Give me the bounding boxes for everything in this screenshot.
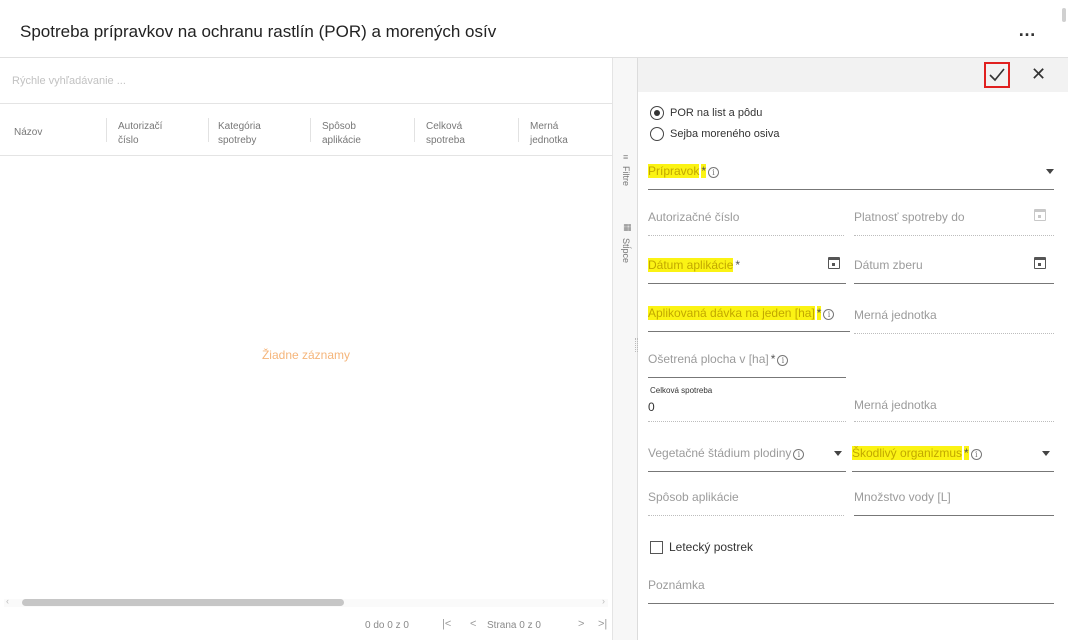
field-label: Škodlivý organizmus — [852, 446, 963, 460]
next-page-icon[interactable]: > — [578, 618, 584, 630]
field-label: Ošetrená plocha v [ha] — [648, 352, 769, 366]
pager-page-text: Strana 0 z 0 — [487, 620, 541, 631]
autorizacne-cislo-field[interactable]: Autorizačné číslo — [648, 206, 844, 236]
field-label: Dátum aplikácie — [648, 258, 734, 272]
field-label: Merná jednotka — [854, 398, 937, 412]
data-grid: Názov Autorizačíčíslo Kategóriaspotreby … — [0, 58, 612, 640]
column-separator[interactable] — [518, 118, 519, 142]
pripravok-select[interactable]: Prípravok * i — [648, 160, 1054, 190]
field-label: Merná jednotka — [854, 308, 937, 322]
skodlivy-organizmus-select[interactable]: Škodlivý organizmus * i — [852, 442, 1054, 472]
column-header-nazov[interactable]: Názov — [14, 126, 94, 140]
letecky-postrek-checkbox[interactable]: Letecký postrek — [650, 540, 753, 554]
field-label: Množstvo vody [L] — [854, 490, 951, 504]
celkova-spotreba-field[interactable]: 0 — [648, 392, 846, 422]
pager-range: 0 do 0 z 0 — [365, 620, 409, 631]
info-icon[interactable]: i — [708, 167, 720, 178]
first-page-icon[interactable]: |< — [442, 618, 451, 630]
column-header-sposob-aplikacie[interactable]: Spôsob aplikácie — [322, 120, 402, 148]
quick-search-input[interactable] — [0, 58, 612, 104]
chevron-down-icon[interactable] — [1046, 169, 1054, 174]
confirm-button[interactable] — [984, 62, 1010, 88]
chevron-down-icon[interactable] — [834, 451, 842, 456]
info-icon[interactable]: i — [793, 449, 805, 460]
field-label: Prípravok — [648, 164, 700, 178]
previous-page-icon[interactable]: < — [470, 618, 476, 630]
field-label: Poznámka — [648, 578, 705, 592]
column-header-celkova-spotreba[interactable]: Celková spotreba — [426, 120, 506, 148]
radio-sejba-osiva[interactable]: Sejba moreného osiva — [650, 127, 779, 141]
column-header-autorizacne-cislo[interactable]: Autorizačí číslo — [118, 120, 198, 148]
scroll-left-arrow[interactable]: ‹ — [6, 596, 9, 606]
column-separator[interactable] — [414, 118, 415, 142]
field-label: Spôsob aplikácie — [648, 490, 739, 504]
filter-icon: ≡ — [623, 152, 629, 162]
column-separator[interactable] — [310, 118, 311, 142]
field-label: Aplikovaná dávka na jeden [ha] — [648, 306, 815, 320]
field-label: Vegetačné štádium plodiny — [648, 446, 792, 460]
required-mark: * — [735, 258, 741, 272]
osetrena-plocha-field[interactable]: Ošetrená plocha v [ha] * i — [648, 348, 846, 378]
close-button[interactable]: ✕ — [1031, 64, 1046, 85]
datum-zberu-field[interactable]: Dátum zberu — [854, 254, 1054, 284]
page-scrollbar[interactable] — [1062, 8, 1066, 22]
platnost-spotreby-field[interactable]: Platnosť spotreby do — [854, 206, 1054, 236]
required-mark: * — [770, 352, 776, 366]
horizontal-scroll-thumb[interactable] — [22, 599, 344, 606]
radio-label: Sejba moreného osiva — [670, 128, 780, 140]
poznamka-field[interactable]: Poznámka — [648, 574, 1054, 604]
columns-tab[interactable]: Stĺpce — [621, 238, 631, 263]
grid-header-row: Názov Autorizačí číslo Kategória spotreby … — [0, 104, 612, 156]
calendar-icon[interactable] — [828, 257, 840, 269]
calendar-icon[interactable] — [1034, 209, 1046, 221]
field-label: Autorizačné číslo — [648, 210, 740, 224]
more-options-button[interactable]: … — [1018, 20, 1037, 41]
field-label: Platnosť spotreby do — [854, 210, 965, 224]
merna-jednotka-field-1[interactable]: Merná jednotka — [854, 304, 1054, 334]
calendar-icon[interactable] — [1034, 257, 1046, 269]
info-icon[interactable]: i — [970, 449, 982, 460]
check-icon — [989, 68, 1005, 82]
vegetacne-stadium-select[interactable]: Vegetačné štádium plodiny i — [648, 442, 846, 472]
radio-por-list-poda[interactable]: POR na list a pôdu — [650, 106, 762, 120]
form-panel: ✕ POR na list a pôdu Sejba moreného osiv… — [638, 58, 1068, 640]
required-mark: * — [816, 306, 822, 320]
last-page-icon[interactable]: >| — [598, 618, 607, 630]
radio-unselected-icon[interactable] — [650, 127, 664, 141]
info-icon[interactable]: i — [777, 355, 789, 366]
aplikovana-davka-field[interactable]: Aplikovaná dávka na jeden [ha] * i — [648, 302, 850, 332]
page-title: Spotreba prípravkov na ochranu rastlín (… — [20, 22, 497, 41]
no-rows-message: Žiadne záznamy — [261, 348, 351, 362]
grid-tool-panel-strip: ≡ Filtre ▦ Stĺpce — [612, 58, 638, 640]
merna-jednotka-field-2[interactable]: Merná jednotka — [854, 392, 1054, 422]
sposob-aplikacie-field[interactable]: Spôsob aplikácie — [648, 486, 844, 516]
checkbox-label: Letecký postrek — [669, 540, 754, 554]
celkova-spotreba-value: 0 — [648, 400, 655, 414]
chevron-down-icon[interactable] — [1042, 451, 1050, 456]
scroll-right-arrow[interactable]: › — [602, 596, 605, 606]
column-header-kategoria-spotreby[interactable]: Kategória spotreby — [218, 120, 298, 148]
info-icon[interactable]: i — [823, 309, 835, 320]
mnozstvo-vody-field[interactable]: Množstvo vody [L] — [854, 486, 1054, 516]
page-header: Spotreba prípravkov na ochranu rastlín (… — [0, 0, 1068, 58]
radio-label: POR na list a pôdu — [670, 107, 763, 119]
column-separator[interactable] — [106, 118, 107, 142]
required-mark: * — [964, 446, 969, 460]
columns-icon: ▦ — [623, 222, 632, 232]
field-label: Dátum zberu — [854, 258, 923, 272]
checkbox-unchecked-icon[interactable] — [650, 540, 663, 554]
form-toolbar: ✕ — [638, 58, 1068, 92]
filter-tab[interactable]: Filtre — [621, 166, 631, 186]
column-separator[interactable] — [208, 118, 209, 142]
column-header-merna-jednotka[interactable]: Merná jednotka — [530, 120, 610, 148]
radio-selected-icon[interactable] — [650, 106, 664, 120]
datum-aplikacie-field[interactable]: Dátum aplikácie * — [648, 254, 846, 284]
required-mark: * — [701, 164, 707, 178]
